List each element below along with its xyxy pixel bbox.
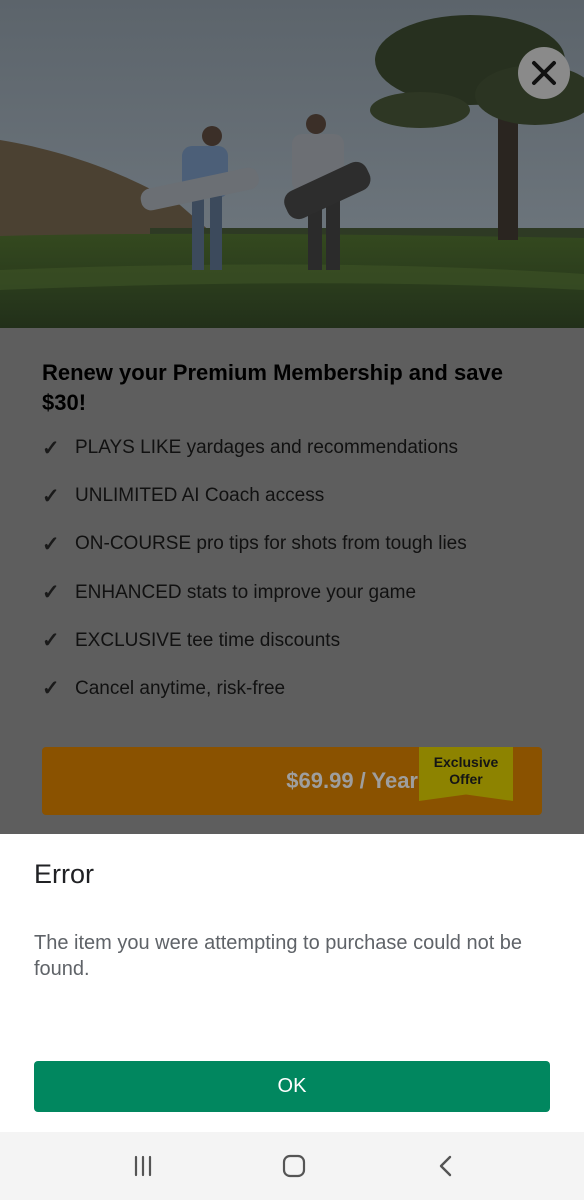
feature-text: UNLIMITED AI Coach access [75,485,325,507]
dialog-title: Error [34,859,94,889]
exclusive-offer-badge: Exclusive Offer [419,747,513,801]
feature-item: ✓ ON-COURSE pro tips for shots from toug… [42,532,467,556]
offer-card: Renew your Premium Membership and save $… [0,328,584,834]
badge-line-1: Exclusive [433,754,499,770]
feature-item: ✓ ENHANCED stats to improve your game [42,581,467,605]
home-button[interactable] [274,1146,314,1186]
recent-apps-icon [134,1155,152,1177]
price-label: $69.99 / Year [286,768,418,793]
feature-item: ✓ Cancel anytime, risk-free [42,677,467,701]
subscribe-price-button[interactable]: $69.99 / Year Exclusive Offer [42,747,542,815]
feature-text: Cancel anytime, risk-free [75,677,286,699]
feature-item: ✓ UNLIMITED AI Coach access [42,484,467,508]
checkmark-icon: ✓ [42,532,60,556]
back-icon [439,1155,452,1177]
badge-line-2: Offer [449,771,483,787]
checkmark-icon: ✓ [42,484,60,508]
offer-headline: Renew your Premium Membership and save $… [42,360,503,415]
hero-image [0,0,584,328]
feature-text: PLAYS LIKE yardages and recommendations [75,437,459,458]
feature-text: EXCLUSIVE tee time discounts [75,629,341,651]
feature-item: ✓ EXCLUSIVE tee time discounts [42,629,467,653]
system-nav-bar [0,1132,584,1200]
checkmark-icon: ✓ [42,581,60,605]
feature-text: ENHANCED stats to improve your game [75,581,417,603]
feature-item: ✓ PLAYS LIKE yardages and recommendation… [42,436,467,460]
close-button[interactable] [518,47,570,99]
feature-text: ON-COURSE pro tips for shots from tough … [75,533,467,555]
close-icon [532,61,556,85]
dialog-message: The item you were attempting to purchase… [34,932,523,980]
feature-list: ✓ PLAYS LIKE yardages and recommendation… [42,436,467,725]
recent-apps-button[interactable] [123,1146,163,1186]
home-icon [282,1154,306,1178]
checkmark-icon: ✓ [42,629,60,653]
ok-button[interactable]: OK [34,1061,550,1112]
error-dialog: Error The item you were attempting to pu… [0,834,584,1132]
checkmark-icon: ✓ [42,436,60,460]
checkmark-icon: ✓ [42,677,60,701]
back-button[interactable] [426,1146,466,1186]
golfers-photo [0,0,584,328]
